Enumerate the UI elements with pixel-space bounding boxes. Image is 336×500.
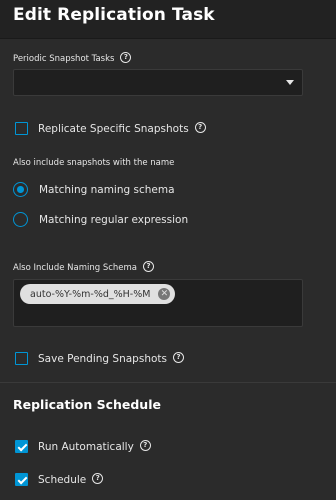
help-icon[interactable]: ? <box>139 440 151 451</box>
naming-schema-label: Also Include Naming Schema? <box>13 261 155 273</box>
radio-button[interactable] <box>13 212 28 227</box>
save-pending-snapshots-row[interactable]: Save Pending Snapshots ? <box>15 352 184 365</box>
chevron-down-icon[interactable] <box>286 80 294 85</box>
close-circle-icon[interactable]: ✕ <box>158 288 171 300</box>
run-automatically-row[interactable]: Run Automatically ? <box>15 440 151 453</box>
run-automatically-checkbox[interactable] <box>15 440 28 453</box>
replicate-specific-snapshots-label: Replicate Specific Snapshots <box>38 122 189 135</box>
help-icon[interactable]: ? <box>194 122 206 133</box>
naming-schema-chip[interactable]: auto-%Y-%m-%d_%H-%M ✕ <box>20 284 176 304</box>
schedule-checkbox[interactable] <box>15 473 28 486</box>
help-icon[interactable]: ? <box>172 352 184 363</box>
naming-schema-label-text: Also Include Naming Schema <box>13 263 138 273</box>
help-icon[interactable]: ? <box>92 473 104 484</box>
chip-label: auto-%Y-%m-%d_%H-%M <box>30 288 151 300</box>
header-bar: Edit Replication Task <box>0 0 336 39</box>
save-pending-snapshots-label: Save Pending Snapshots <box>38 352 167 365</box>
replicate-specific-snapshots-row[interactable]: Replicate Specific Snapshots ? <box>15 122 206 135</box>
edit-replication-task-panel: Edit Replication Task Periodic Snapshot … <box>0 0 336 500</box>
save-pending-snapshots-checkbox[interactable] <box>15 352 28 365</box>
replication-schedule-title: Replication Schedule <box>13 397 161 412</box>
naming-schema-chip-input[interactable]: auto-%Y-%m-%d_%H-%M ✕ <box>13 279 303 327</box>
section-divider <box>0 382 336 383</box>
periodic-snapshot-tasks-label-text: Periodic Snapshot Tasks <box>13 54 115 64</box>
radio-button-selected[interactable] <box>13 182 28 197</box>
help-icon[interactable]: ? <box>120 52 132 63</box>
periodic-snapshot-tasks-label: Periodic Snapshot Tasks? <box>13 52 132 64</box>
radio-matching-naming-schema-label: Matching naming schema <box>39 183 175 196</box>
schedule-label: Schedule <box>38 473 87 486</box>
include-snapshots-name-label: Also include snapshots with the name <box>13 158 175 168</box>
replicate-specific-snapshots-checkbox[interactable] <box>15 122 28 135</box>
run-automatically-label: Run Automatically <box>38 440 134 453</box>
radio-matching-regular-expression[interactable]: Matching regular expression <box>13 212 188 227</box>
periodic-snapshot-tasks-select[interactable] <box>13 69 303 96</box>
schedule-row[interactable]: Schedule ? <box>15 473 104 486</box>
radio-matching-naming-schema[interactable]: Matching naming schema <box>13 182 175 197</box>
help-icon[interactable]: ? <box>143 261 155 272</box>
radio-matching-regular-expression-label: Matching regular expression <box>39 213 189 226</box>
page-title: Edit Replication Task <box>13 5 215 25</box>
